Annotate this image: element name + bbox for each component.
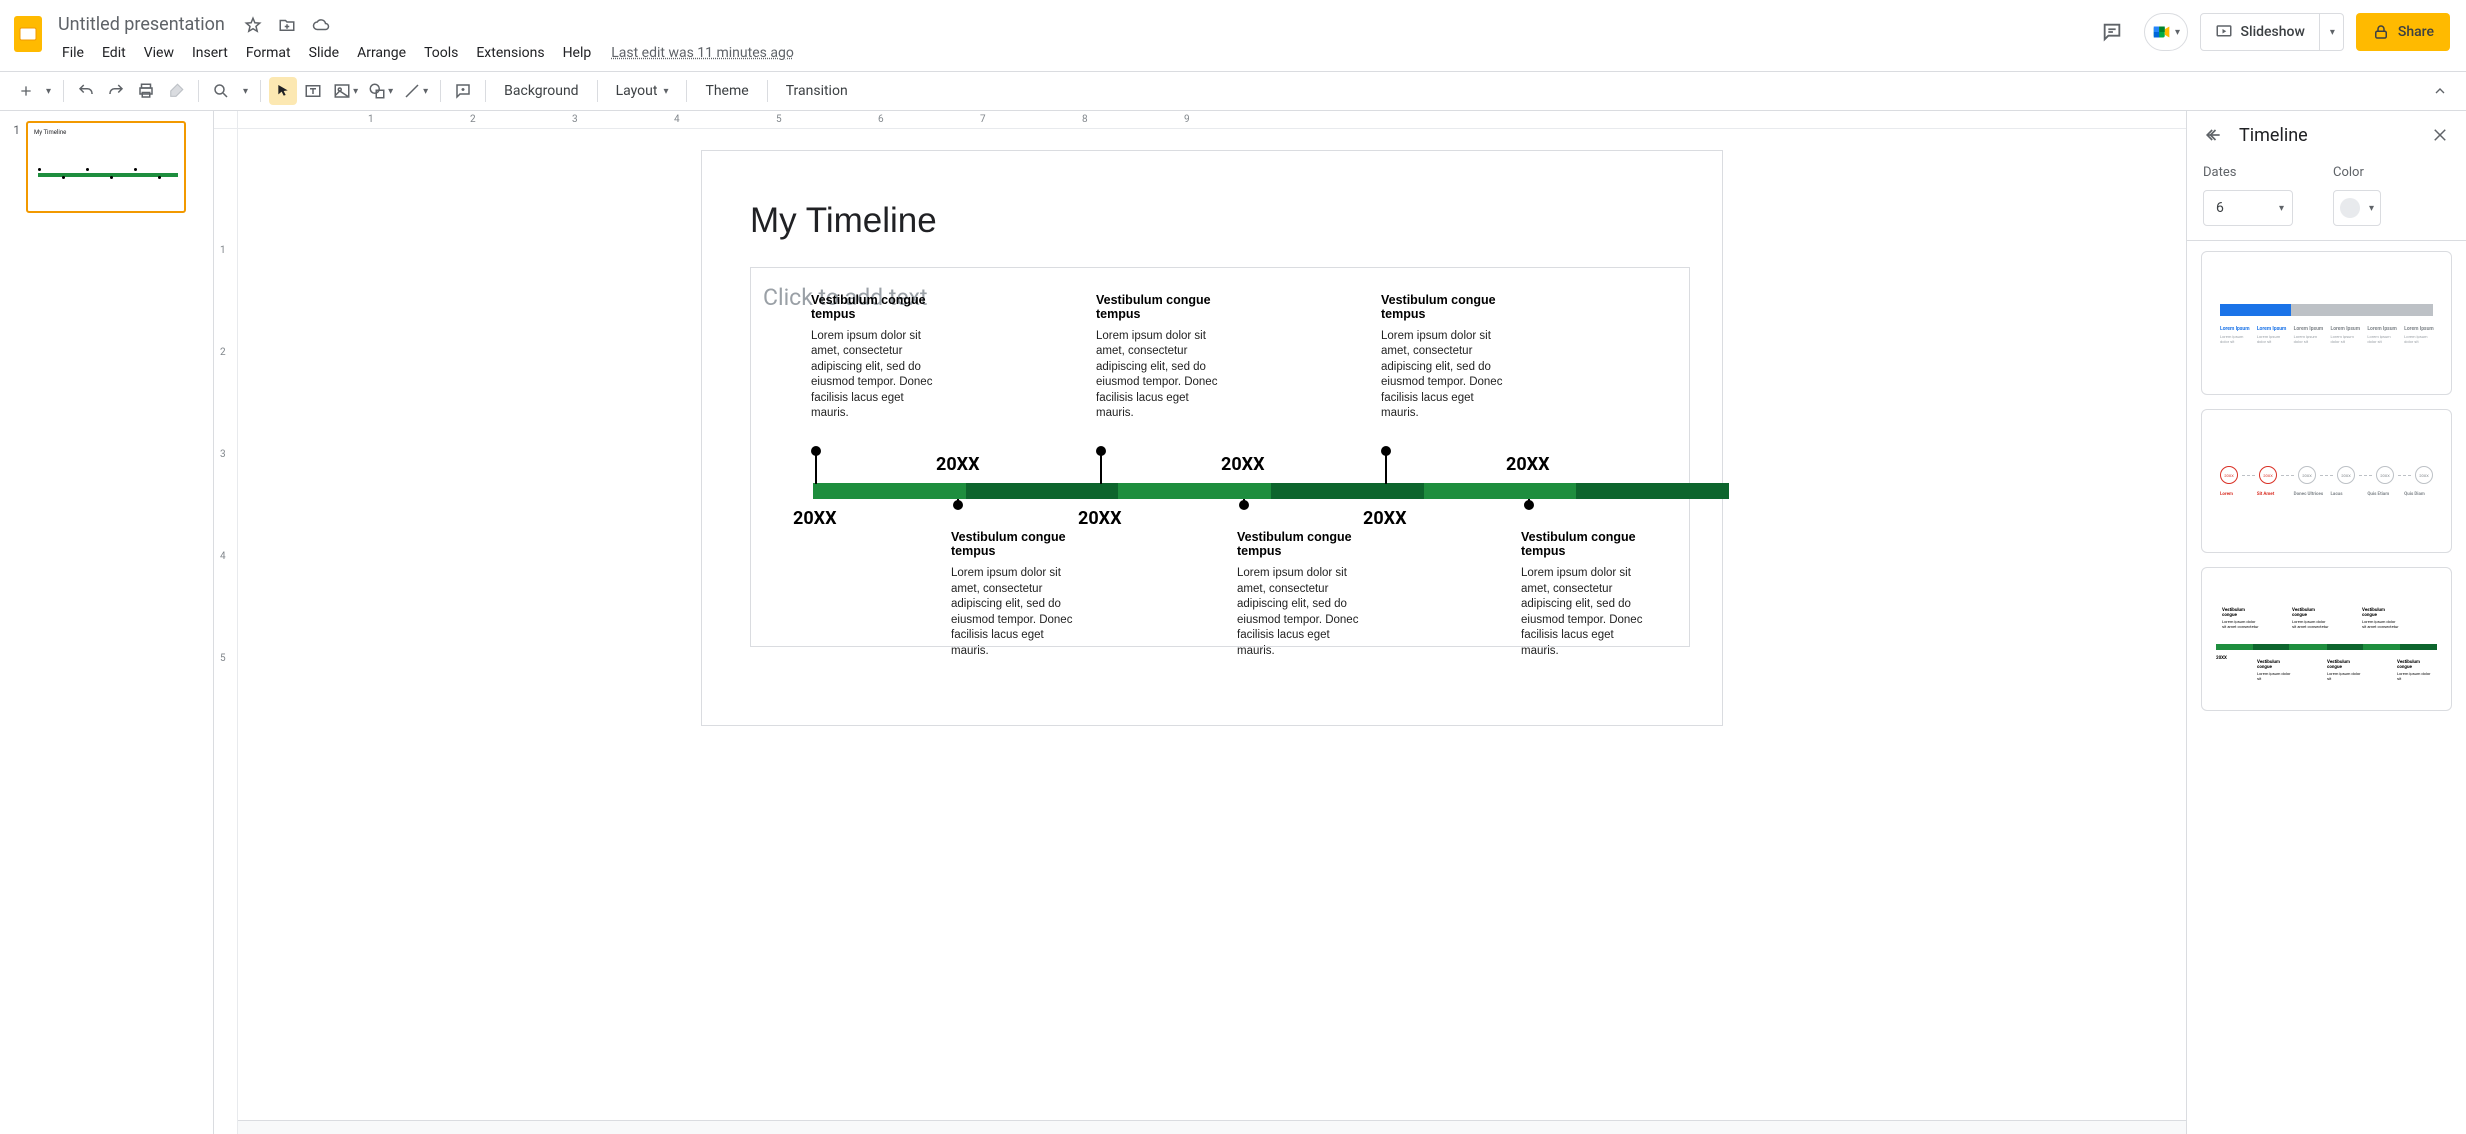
new-slide-button[interactable] (12, 77, 40, 105)
filmstrip[interactable]: 1 My Timeline (0, 111, 214, 1134)
timeline-year[interactable]: 20XX (793, 508, 837, 529)
layout-button[interactable]: Layout▾ (606, 77, 679, 105)
slideshow-dropdown[interactable]: ▾ (2319, 14, 2343, 50)
theme-button[interactable]: Theme (695, 77, 758, 105)
collapse-toolbar-icon[interactable] (2426, 77, 2454, 105)
document-title[interactable]: Untitled presentation (52, 12, 231, 37)
menu-bar: File Edit View Insert Format Slide Arran… (52, 37, 2092, 71)
template-list: Lorem IpsumLorem ipsum dolor sit Lorem I… (2187, 240, 2466, 1134)
timeline-panel: Timeline Dates 6▾ Color ▾ (2186, 111, 2466, 1134)
slide-body[interactable]: Click to add text (750, 267, 1690, 647)
color-select[interactable]: ▾ (2333, 190, 2381, 226)
dates-select[interactable]: 6▾ (2203, 190, 2293, 226)
line-tool[interactable]: ▾ (399, 77, 432, 105)
star-icon[interactable] (241, 13, 265, 37)
zoom-button[interactable] (207, 77, 235, 105)
background-button[interactable]: Background (494, 77, 588, 105)
menu-view[interactable]: View (136, 41, 182, 65)
new-slide-dropdown[interactable]: ▾ (40, 77, 55, 105)
panel-title: Timeline (2239, 125, 2414, 146)
slide-canvas[interactable]: My Timeline Click to add text (702, 151, 1722, 725)
timeline-event[interactable]: Vestibulum congue tempus Lorem ipsum dol… (1381, 293, 1511, 422)
dates-label: Dates (2203, 165, 2293, 180)
textbox-tool[interactable] (299, 77, 327, 105)
zoom-dropdown[interactable]: ▾ (237, 77, 252, 105)
cloud-icon[interactable] (309, 13, 333, 37)
image-tool[interactable]: ▾ (329, 77, 362, 105)
share-label: Share (2398, 24, 2434, 40)
comment-tool[interactable] (449, 77, 477, 105)
chevron-down-icon: ▾ (2175, 27, 2180, 38)
close-icon[interactable] (2428, 123, 2452, 147)
timeline-year[interactable]: 20XX (936, 454, 980, 475)
slideshow-label: Slideshow (2241, 24, 2305, 40)
slideshow-button[interactable]: Slideshow (2201, 14, 2319, 50)
timeline-event[interactable]: Vestibulum congue tempus Lorem ipsum dol… (811, 293, 941, 422)
menu-edit[interactable]: Edit (94, 41, 134, 65)
menu-tools[interactable]: Tools (416, 41, 466, 65)
select-tool[interactable] (269, 77, 297, 105)
move-icon[interactable] (275, 13, 299, 37)
slide-title[interactable]: My Timeline (750, 201, 1674, 241)
timeline-event[interactable]: Vestibulum congue tempus Lorem ipsum dol… (951, 530, 1081, 659)
toolbar: ▾ ▾ ▾ ▾ ▾ Background Layout▾ Theme Trans… (0, 71, 2466, 111)
paint-format-button[interactable] (162, 77, 190, 105)
horizontal-ruler: 1 2 3 4 5 6 7 8 9 (238, 111, 2186, 129)
timeline-template-bar[interactable]: Vestibulum congueLorem ipsum dolor sit a… (2201, 567, 2452, 711)
timeline-template-arrows[interactable]: Lorem IpsumLorem ipsum dolor sit Lorem I… (2201, 251, 2452, 395)
menu-arrange[interactable]: Arrange (349, 41, 414, 65)
slides-logo[interactable] (8, 14, 48, 54)
timeline-year[interactable]: 20XX (1506, 454, 1550, 475)
slide-thumbnail-1[interactable]: 1 My Timeline (8, 121, 205, 213)
undo-button[interactable] (72, 77, 100, 105)
print-button[interactable] (132, 77, 160, 105)
menu-extensions[interactable]: Extensions (468, 41, 552, 65)
main-area: 1 My Timeline 1 2 3 4 5 6 7 8 9 (0, 111, 2466, 1134)
timeline-year[interactable]: 20XX (1363, 508, 1407, 529)
timeline-year[interactable]: 20XX (1078, 508, 1122, 529)
slideshow-group: Slideshow ▾ (2200, 13, 2344, 51)
canvas-area: 1 2 3 4 5 6 7 8 9 1 2 3 4 5 My Timeline … (214, 111, 2186, 1134)
timeline-event[interactable]: Vestibulum congue tempus Lorem ipsum dol… (1096, 293, 1226, 422)
shape-tool[interactable]: ▾ (364, 77, 397, 105)
menu-insert[interactable]: Insert (184, 41, 236, 65)
app-header: Untitled presentation File Edit View Ins… (0, 0, 2466, 71)
timeline-event[interactable]: Vestibulum congue tempus Lorem ipsum dol… (1237, 530, 1367, 659)
share-button[interactable]: Share (2356, 13, 2450, 51)
comments-icon[interactable] (2092, 12, 2132, 52)
vertical-ruler: 1 2 3 4 5 (214, 129, 238, 1134)
timeline-template-circles[interactable]: 20XX 20XX 20XX 20XX 20XX 20XX Lorem Sit … (2201, 409, 2452, 553)
redo-button[interactable] (102, 77, 130, 105)
timeline-bar (813, 483, 1729, 501)
last-edit-link[interactable]: Last edit was 11 minutes ago (611, 45, 794, 61)
menu-file[interactable]: File (54, 41, 92, 65)
menu-help[interactable]: Help (555, 41, 600, 65)
timeline-year[interactable]: 20XX (1221, 454, 1265, 475)
color-label: Color (2333, 165, 2381, 180)
transition-button[interactable]: Transition (776, 77, 858, 105)
horizontal-scrollbar[interactable] (238, 1120, 2186, 1134)
timeline-event[interactable]: Vestibulum congue tempus Lorem ipsum dol… (1521, 530, 1651, 659)
back-icon[interactable] (2201, 123, 2225, 147)
meet-button[interactable]: ▾ (2144, 13, 2188, 51)
menu-slide[interactable]: Slide (301, 41, 347, 65)
menu-format[interactable]: Format (238, 41, 299, 65)
ruler-corner (214, 111, 238, 129)
